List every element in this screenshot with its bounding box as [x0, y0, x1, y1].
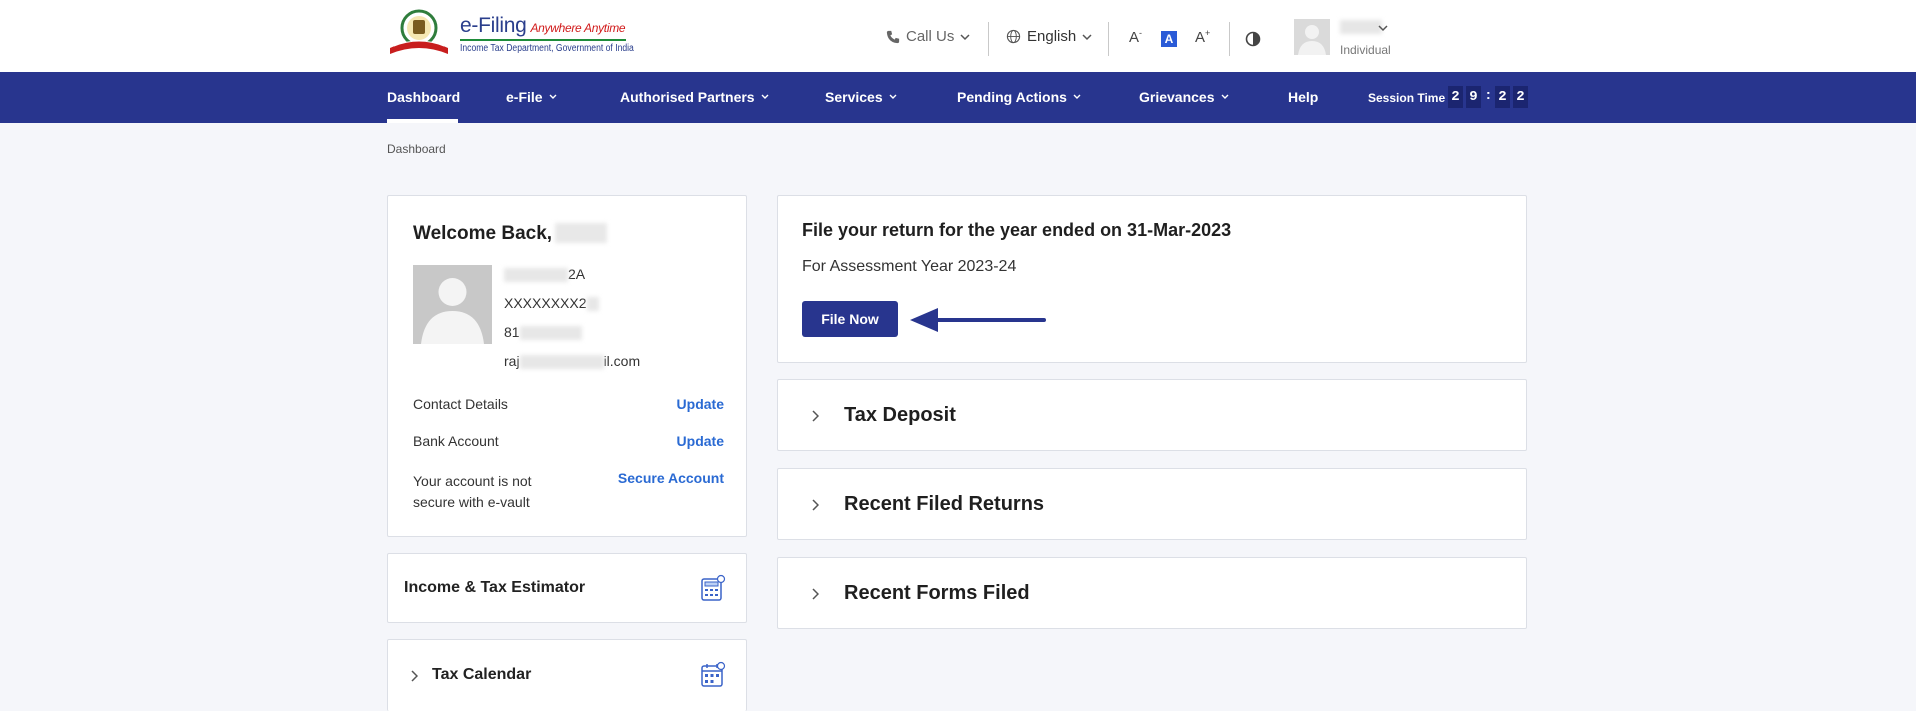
efiling-logo[interactable]: e-Filing Anywhere Anytime Income Tax Depa…	[386, 8, 634, 60]
language-label: English	[1027, 28, 1077, 45]
chevron-right-icon	[812, 588, 819, 600]
mobile-number: 81	[504, 324, 582, 341]
breadcrumb: Dashboard	[387, 142, 446, 156]
nav-services[interactable]: Services	[825, 89, 897, 105]
pan-number: 2A	[504, 266, 585, 283]
assessment-year-text: For Assessment Year 2023-24	[802, 258, 1017, 275]
chevron-down-icon	[1073, 94, 1081, 99]
calculator-icon	[701, 574, 726, 601]
chevron-down-icon	[1221, 94, 1228, 99]
bank-account-label: Bank Account	[413, 433, 499, 449]
file-return-title: File your return for the year ended on 3…	[802, 220, 1232, 240]
call-us-label: Call Us	[906, 28, 955, 45]
user-role: Individual	[1340, 43, 1391, 57]
font-normal-button[interactable]: A	[1161, 31, 1177, 47]
chevron-down-icon[interactable]	[1378, 24, 1388, 32]
tax-deposit-accordion[interactable]: Tax Deposit	[777, 379, 1527, 451]
session-digit: 9	[1466, 86, 1481, 108]
profile-card: Welcome Back, 2A XXXXXXXX2 81 raj il.com …	[387, 195, 747, 537]
chevron-down-icon	[761, 94, 769, 99]
chevron-down-icon	[889, 94, 897, 99]
nav-dashboard[interactable]: Dashboard	[387, 89, 460, 105]
tax-calendar-card[interactable]: Tax Calendar	[387, 639, 747, 711]
welcome-heading: Welcome Back,	[413, 223, 553, 244]
contrast-icon[interactable]	[1245, 31, 1261, 47]
brand-title: e-Filing Anywhere Anytime	[460, 14, 626, 37]
contact-update-link[interactable]: Update	[677, 396, 724, 412]
chevron-down-icon	[549, 94, 557, 99]
pan-redacted	[504, 268, 568, 283]
recent-filed-returns-accordion[interactable]: Recent Filed Returns	[777, 468, 1527, 540]
chevron-down-icon	[1082, 33, 1092, 40]
accordion-title: Recent Filed Returns	[844, 493, 1045, 515]
globe-icon	[1006, 29, 1021, 44]
calendar-icon	[701, 661, 726, 687]
session-digit: 2	[1513, 86, 1528, 108]
evault-warning: Your account is not secure with e-vault	[413, 473, 532, 510]
user-name-redacted	[1340, 20, 1382, 34]
nav-active-indicator	[387, 119, 458, 123]
brand-subtitle: Income Tax Department, Government of Ind…	[460, 43, 634, 54]
bank-update-link[interactable]: Update	[677, 433, 724, 449]
top-header: e-Filing Anywhere Anytime Income Tax Depa…	[0, 0, 1916, 72]
header-divider	[988, 22, 989, 56]
session-digit: 2	[1448, 86, 1463, 108]
phone-icon	[886, 30, 900, 43]
email-address: raj il.com	[504, 353, 641, 370]
nav-authorised-partners[interactable]: Authorised Partners	[620, 89, 769, 105]
nav-grievances[interactable]: Grievances	[1139, 89, 1229, 105]
nav-help[interactable]: Help	[1288, 89, 1318, 105]
font-increase-mark: +	[1205, 28, 1211, 38]
tax-calendar-title: Tax Calendar	[432, 666, 532, 683]
recent-forms-filed-accordion[interactable]: Recent Forms Filed	[777, 557, 1527, 629]
accordion-title: Recent Forms Filed	[844, 582, 1030, 604]
language-dropdown[interactable]: English	[1006, 28, 1092, 45]
emblem-icon	[390, 9, 448, 54]
profile-photo	[413, 265, 492, 344]
main-nav: Dashboard e-File Authorised Partners Ser…	[0, 72, 1916, 123]
user-avatar[interactable]	[1294, 19, 1330, 55]
chevron-down-icon	[960, 33, 970, 40]
estimator-title: Income & Tax Estimator	[404, 579, 586, 596]
header-divider	[1108, 22, 1109, 56]
nav-pending-actions[interactable]: Pending Actions	[957, 89, 1081, 105]
accordion-title: Tax Deposit	[844, 404, 956, 426]
session-digit: 2	[1495, 86, 1510, 108]
font-decrease-mark: -	[1139, 28, 1143, 38]
email-redacted	[519, 355, 604, 370]
user-silhouette-icon	[421, 278, 484, 344]
user-silhouette-icon	[1298, 25, 1326, 55]
session-time-label: Session Time	[1368, 91, 1446, 105]
file-return-card: File your return for the year ended on 3…	[777, 195, 1527, 363]
income-tax-estimator-card[interactable]: Income & Tax Estimator	[387, 553, 747, 623]
nav-efile[interactable]: e-File	[506, 89, 557, 105]
arrow-left-icon	[910, 308, 1046, 332]
aadhaar-redacted	[586, 297, 599, 312]
call-us-dropdown[interactable]: Call Us	[886, 28, 970, 45]
aadhaar-number: XXXXXXXX2	[504, 295, 599, 312]
font-increase-button[interactable]: A+	[1195, 28, 1210, 46]
chevron-right-icon	[411, 670, 418, 682]
welcome-name-redacted	[555, 223, 607, 243]
session-separator: :	[1486, 86, 1491, 102]
contact-details-label: Contact Details	[413, 396, 508, 412]
font-decrease-button[interactable]: A-	[1129, 28, 1142, 46]
file-now-button[interactable]: File Now	[802, 301, 898, 337]
secure-account-link[interactable]: Secure Account	[618, 470, 724, 486]
mobile-redacted	[519, 326, 582, 341]
chevron-right-icon	[812, 410, 819, 422]
brand-tagline: Anywhere Anytime	[530, 21, 626, 35]
chevron-right-icon	[812, 499, 819, 511]
header-divider	[1229, 22, 1230, 56]
brand-underline	[460, 39, 626, 41]
